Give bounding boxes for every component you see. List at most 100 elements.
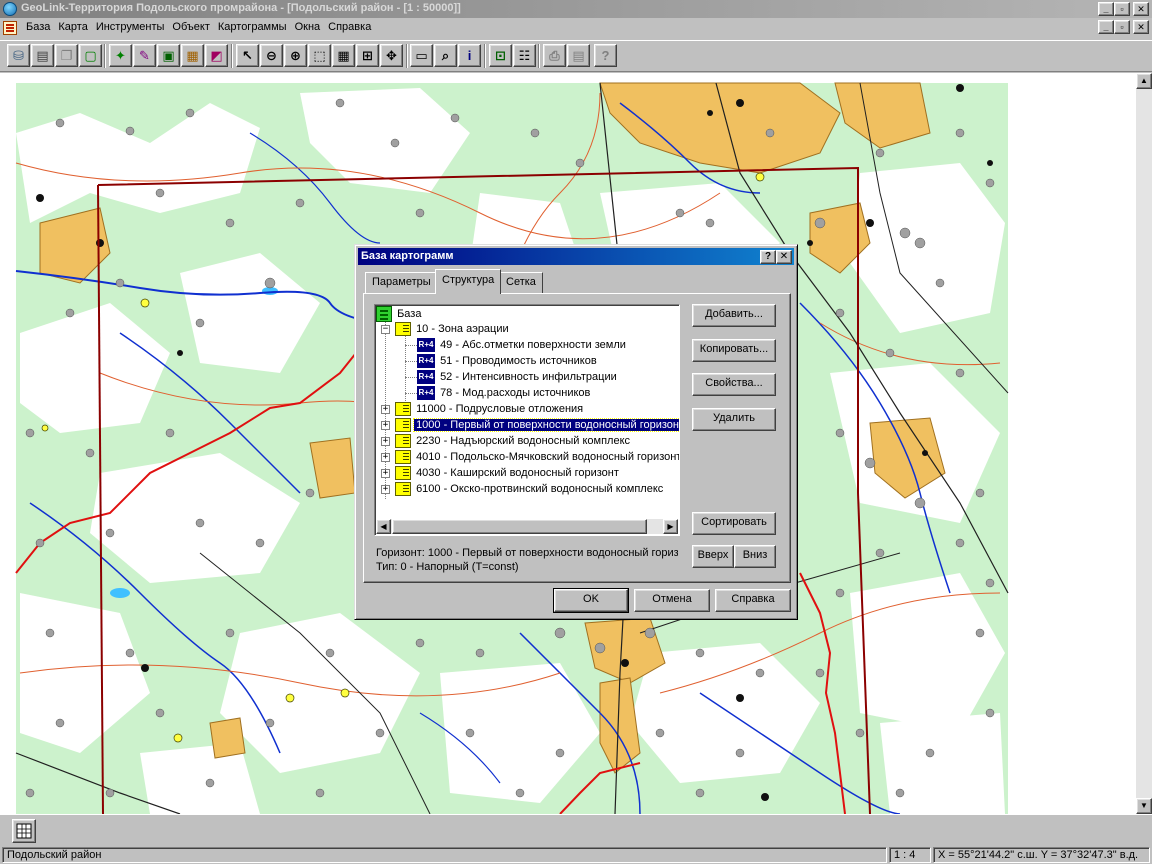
zoom-out-icon[interactable]: ⊖ (260, 44, 283, 67)
tree-node-4030[interactable]: 4030 - Каширский водоносный горизонт (395, 465, 621, 481)
menu-spravka[interactable]: Справка (324, 21, 375, 33)
layers-icon[interactable]: ▤ (31, 44, 54, 67)
tab-structure[interactable]: Структура (435, 269, 502, 294)
tree-horizontal-scrollbar[interactable]: ◀ ▶ (376, 519, 678, 534)
status-area-name: Подольский район (2, 847, 887, 863)
open-db-icon[interactable]: ⛁ (7, 44, 30, 67)
pan-icon[interactable]: ✥ (380, 44, 403, 67)
document-icon[interactable] (3, 21, 17, 35)
label-icon[interactable]: ▭ (410, 44, 433, 67)
chart-icon[interactable]: ◩ (205, 44, 228, 67)
toolbar: ⛁ ▤ ❐ ▢ ✦ ✎ ▣ ▦ ◩ ↖ ⊖ ⊕ ⬚ ▦ ⊞ ✥ ▭ ⌕ i ⊡ … (0, 40, 1152, 72)
tree-node-10[interactable]: 10 - Зона аэрации (395, 321, 511, 337)
cancel-button[interactable]: Отмена (634, 589, 710, 612)
print-preview-icon[interactable]: ▤ (567, 44, 590, 67)
close-button[interactable]: ✕ (1133, 2, 1149, 16)
table-icon[interactable]: ☷ (513, 44, 536, 67)
tree-node-78[interactable]: R+4 78 - Мод.расходы источников (417, 385, 592, 401)
raster-layer-icon: R+4 (417, 386, 435, 400)
horizon-info: Горизонт: 1000 - Первый от поверхности в… (376, 547, 678, 559)
horizon-group-icon (395, 466, 411, 480)
horizon-group-icon (395, 434, 411, 448)
mdi-minimize-button[interactable]: _ (1098, 20, 1114, 34)
move-up-button[interactable]: Вверх (692, 545, 734, 568)
scroll-left-button[interactable]: ◀ (376, 519, 391, 534)
grid-layer-icon[interactable] (12, 819, 36, 843)
minimize-button[interactable]: _ (1098, 2, 1114, 16)
add-button[interactable]: Добавить... (692, 304, 776, 327)
expand-icon[interactable]: + (381, 421, 390, 430)
tree-node-6100[interactable]: 6100 - Окско-протвинский водоносный комп… (395, 481, 665, 497)
geolink-app-icon[interactable] (3, 2, 17, 16)
scroll-down-button[interactable]: ▼ (1136, 798, 1152, 814)
dialog-title: База картограмм (361, 250, 454, 262)
print-icon[interactable]: ⎙ (543, 44, 566, 67)
pointer-icon[interactable]: ↖ (236, 44, 259, 67)
info-icon[interactable]: i (458, 44, 481, 67)
mdi-restore-button[interactable]: ▫ (1114, 20, 1130, 34)
tree-node-51[interactable]: R+4 51 - Проводимость источников (417, 353, 599, 369)
menu-bar: База Карта Инструменты Объект Картограмм… (0, 18, 1152, 38)
delete-button[interactable]: Удалить (692, 408, 776, 431)
menu-obekt[interactable]: Объект (168, 21, 213, 33)
tab-grid[interactable]: Сетка (499, 272, 543, 293)
vertical-scrollbar[interactable]: ▲ ▼ (1136, 73, 1152, 814)
status-bar: Подольский район 1 : 4 X = 55°21'44.2" с… (0, 846, 1152, 864)
tab-parameters[interactable]: Параметры (365, 272, 438, 293)
zoom-in-icon[interactable]: ⊕ (284, 44, 307, 67)
move-down-button[interactable]: Вниз (734, 545, 776, 568)
mdi-close-button[interactable]: ✕ (1133, 20, 1149, 34)
properties-button[interactable]: Свойства... (692, 373, 776, 396)
expand-icon[interactable]: + (381, 469, 390, 478)
horizon-group-icon (395, 402, 411, 416)
dialog-close-icon[interactable]: ✕ (776, 250, 792, 264)
horizon-group-icon (395, 322, 411, 336)
tree-node-root[interactable]: База (376, 306, 423, 322)
tree-node-11000[interactable]: 11000 - Подрусловые отложения (395, 401, 585, 417)
copy-button[interactable]: Копировать... (692, 339, 776, 362)
expand-icon[interactable]: + (381, 485, 390, 494)
menu-okna[interactable]: Окна (291, 21, 325, 33)
dialog-title-bar: База картограмм ? ✕ (358, 248, 794, 265)
zoom-window-icon[interactable]: ⬚ (308, 44, 331, 67)
collapse-icon[interactable]: − (381, 325, 390, 334)
help-button[interactable]: Справка (715, 589, 791, 612)
find-icon[interactable]: ⌕ (434, 44, 457, 67)
sort-button[interactable]: Сортировать (692, 512, 776, 535)
tree-node-1000[interactable]: 1000 - Первый от поверхности водоносный … (395, 417, 679, 433)
insert-icon[interactable]: ⊞ (356, 44, 379, 67)
menu-baza[interactable]: База (22, 21, 54, 33)
edit-cartogram-icon[interactable]: ✎ (133, 44, 156, 67)
grid-table-icon[interactable]: ▦ (332, 44, 355, 67)
tree-node-4010[interactable]: 4010 - Подольско-Мячковский водоносный г… (395, 449, 679, 465)
window-title-bar: GeoLink-Территория Подольского промрайон… (0, 0, 1152, 18)
help-icon[interactable]: ? (594, 44, 617, 67)
tree-node-2230[interactable]: 2230 - Надъюрский водоносный комплекс (395, 433, 632, 449)
ok-button[interactable]: OK (553, 588, 629, 613)
restore-button[interactable]: ▫ (1114, 2, 1130, 16)
tree-node-52[interactable]: R+4 52 - Интенсивность инфильтрации (417, 369, 619, 385)
dialog-help-icon[interactable]: ? (760, 250, 776, 264)
menu-kartogrammy[interactable]: Картограммы (214, 21, 291, 33)
frame-icon[interactable]: ▢ (79, 44, 102, 67)
menu-instrumenty[interactable]: Инструменты (92, 21, 169, 33)
scroll-right-button[interactable]: ▶ (663, 519, 678, 534)
grid-icon[interactable]: ▦ (181, 44, 204, 67)
expand-icon[interactable]: + (381, 405, 390, 414)
expand-icon[interactable]: + (381, 453, 390, 462)
type-info: Тип: 0 - Напорный (T=const) (376, 561, 519, 573)
add-object-icon[interactable]: ⊡ (489, 44, 512, 67)
horizon-group-icon (395, 418, 411, 432)
expand-icon[interactable]: + (381, 437, 390, 446)
menu-karta[interactable]: Карта (54, 21, 91, 33)
structure-tree[interactable]: База − 10 - Зона аэрации R+4 49 - Абс.от… (374, 304, 680, 536)
cartogram-icon[interactable]: ✦ (109, 44, 132, 67)
tree-node-49[interactable]: R+4 49 - Абс.отметки поверхности земли (417, 337, 628, 353)
status-coordinates: X = 55°21'44.2" с.ш. Y = 37°32'47.3" в.д… (933, 847, 1150, 863)
raster-layer-icon: R+4 (417, 370, 435, 384)
scroll-thumb[interactable] (392, 519, 647, 534)
save-icon[interactable]: ▣ (157, 44, 180, 67)
scroll-up-button[interactable]: ▲ (1136, 73, 1152, 89)
cartogram-db-dialog: База картограмм ? ✕ Параметры Структура … (354, 244, 798, 620)
copy-layers-icon[interactable]: ❐ (55, 44, 78, 67)
